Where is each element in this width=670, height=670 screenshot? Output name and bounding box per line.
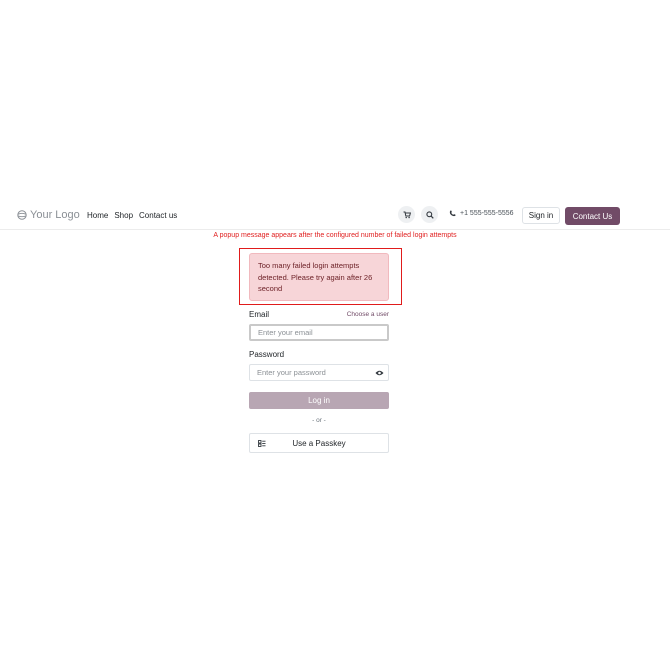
phone-icon [449,210,456,217]
eye-icon[interactable] [375,369,384,377]
logo[interactable]: Your Logo [17,209,80,221]
passkey-icon [258,440,266,447]
email-placeholder: Enter your email [258,328,313,337]
cart-icon [403,211,411,218]
email-label: Email [249,310,270,319]
email-input[interactable]: Enter your email [249,324,389,341]
search-button[interactable] [421,206,438,223]
logo-icon [17,210,27,220]
login-button[interactable]: Log in [249,392,389,409]
sign-in-button[interactable]: Sign in [522,207,560,224]
passkey-button[interactable]: Use a Passkey [249,433,389,453]
cart-button[interactable] [398,206,415,223]
phone-number: +1 555-555-5556 [460,210,514,217]
contact-us-button[interactable]: Contact Us [565,207,620,225]
choose-user-link[interactable]: Choose a user [320,311,389,318]
main-nav: Home Shop Contact us [87,211,177,220]
nav-contact[interactable]: Contact us [139,211,177,220]
nav-shop[interactable]: Shop [114,211,133,220]
nav-home[interactable]: Home [87,211,108,220]
or-divider: - or - [312,417,326,424]
password-input[interactable]: Enter your password [249,364,389,381]
passkey-label: Use a Passkey [292,438,346,448]
phone-link[interactable]: +1 555-555-5556 [449,210,514,217]
annotation-caption: A popup message appears after the config… [213,232,457,239]
password-placeholder: Enter your password [257,368,326,377]
password-label: Password [249,350,285,359]
failed-login-alert: Too many failed login attempts detected.… [249,253,389,301]
search-icon [425,210,434,219]
logo-text: Your Logo [30,209,80,221]
